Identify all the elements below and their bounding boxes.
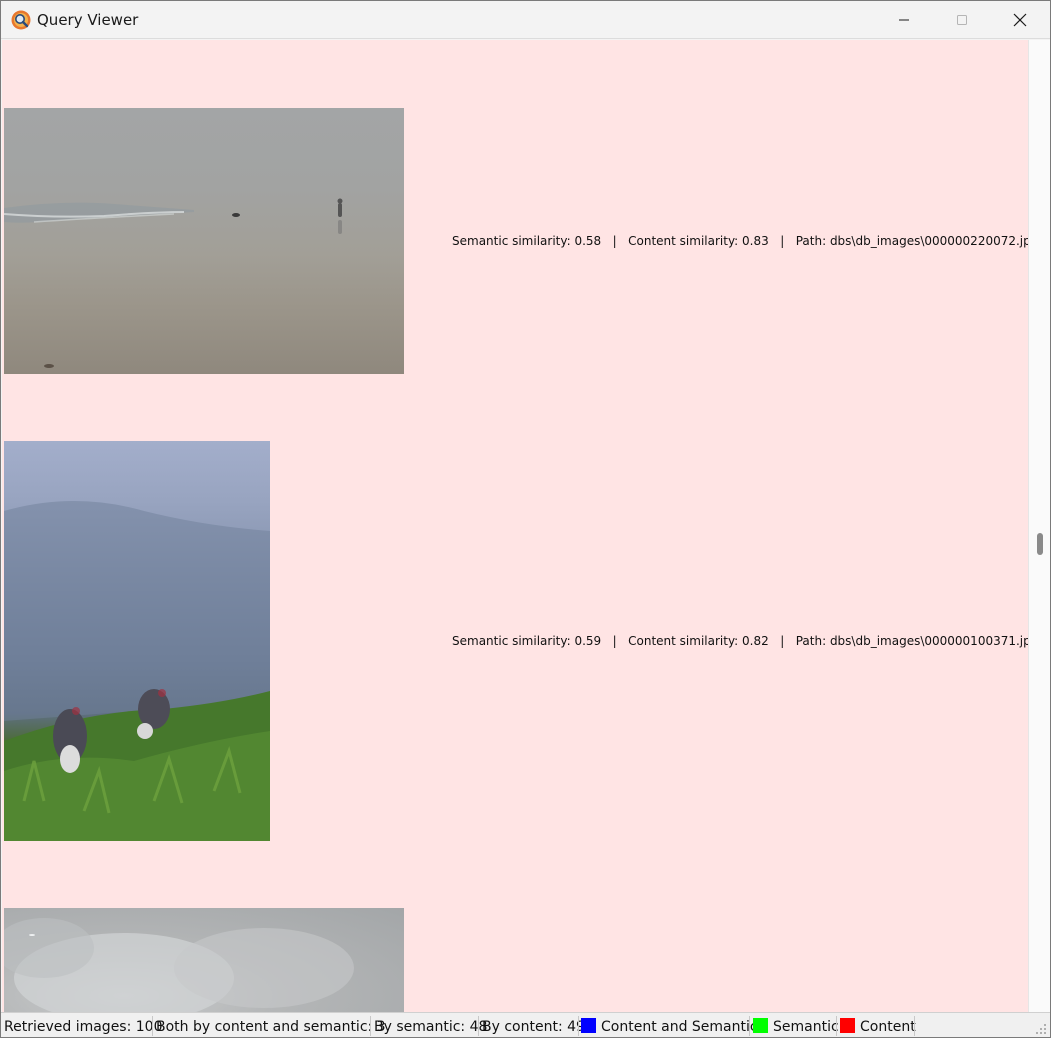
content-similarity: Content similarity: 0.83 (628, 234, 769, 248)
app-magnifier-icon (11, 10, 31, 30)
status-bar: Retrieved images: 100 Both by content an… (1, 1012, 1050, 1037)
legend-swatch-content (840, 1018, 855, 1033)
legend-swatch-semantic (753, 1018, 768, 1033)
separator: | (780, 634, 785, 648)
semantic-similarity: Semantic similarity: 0.58 (452, 234, 602, 248)
separator: | (780, 234, 785, 248)
legend-label-content: Content (860, 1019, 916, 1035)
semantic-count: By semantic: 48 (374, 1019, 488, 1035)
maximize-icon (957, 15, 967, 25)
cloud-photo-image (4, 918, 354, 1012)
result-image[interactable] (4, 441, 270, 841)
legend-swatch-content-semantic (581, 1018, 596, 1033)
resize-grip-icon[interactable] (1035, 1023, 1047, 1035)
legend-label-content-semantic: Content and Semantic (601, 1019, 758, 1035)
minimize-icon (899, 19, 909, 21)
legend-label-semantic: Semantic (773, 1019, 839, 1035)
retrieved-count: Retrieved images: 100 (4, 1019, 163, 1035)
result-caption: Semantic similarity: 0.59 | Content simi… (452, 634, 1028, 648)
maximize-button[interactable] (933, 1, 991, 39)
separator: | (612, 634, 617, 648)
image-path: Path: dbs\db_images\000000100371.jpg (795, 634, 1028, 648)
result-caption: Semantic similarity: 0.58 | Content simi… (452, 234, 1028, 248)
result-image[interactable] (4, 908, 404, 1012)
image-path: Path: dbs\db_images\000000220072.jpg (795, 234, 1028, 248)
title-bar[interactable]: Query Viewer (1, 1, 1050, 39)
result-image[interactable] (4, 108, 404, 374)
scrollbar-thumb[interactable] (1037, 533, 1043, 555)
minimize-button[interactable] (875, 1, 933, 39)
results-list[interactable]: Semantic similarity: 0.58 | Content simi… (2, 40, 1028, 1012)
content-count: By content: 49 (482, 1019, 585, 1035)
vertical-scrollbar[interactable] (1028, 40, 1050, 1012)
separator: | (612, 234, 617, 248)
query-viewer-window: Query Viewer Semantic similarity: 0.58 |… (0, 0, 1051, 1038)
sheep-photo-image (4, 501, 270, 841)
close-button[interactable] (991, 1, 1049, 39)
close-icon (1013, 13, 1027, 27)
window-title: Query Viewer (37, 11, 139, 29)
semantic-similarity: Semantic similarity: 0.59 (452, 634, 602, 648)
beach-photo-image (4, 198, 343, 368)
content-similarity: Content similarity: 0.82 (628, 634, 769, 648)
both-count: Both by content and semantic: 3 (156, 1019, 386, 1035)
